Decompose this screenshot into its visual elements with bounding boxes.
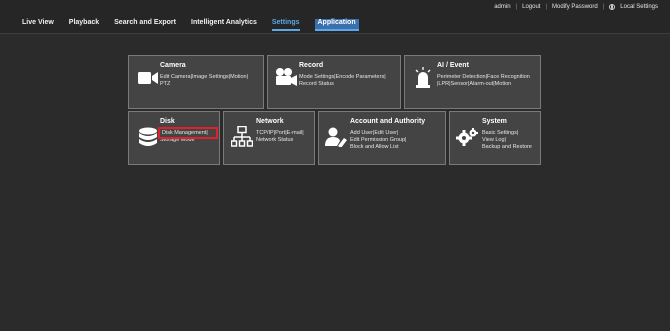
main-nav: Live View Playback Search and Export Int… — [22, 19, 374, 31]
camera-title: Camera — [160, 62, 186, 69]
account-authority-card[interactable]: Account and Authority Add User|Edit User… — [318, 111, 446, 165]
camera-card[interactable]: Camera Edit Camera|Image Settings|Motion… — [128, 55, 264, 109]
user-edit-icon — [325, 127, 347, 147]
alarm-light-icon — [415, 67, 431, 88]
modify-password-link[interactable]: Modify Password — [552, 4, 598, 10]
user-bar: admin | Logout | Modify Password | Local… — [494, 4, 658, 10]
system-card[interactable]: System Basic Settings| View Log| Backup … — [449, 111, 541, 165]
system-link-line3[interactable]: Backup and Restore — [482, 144, 532, 151]
record-card[interactable]: Record Mode Settings|Encode Parameters| … — [267, 55, 401, 109]
username: admin — [494, 4, 511, 10]
record-link-line2[interactable]: Record Status — [299, 81, 334, 88]
account-link-line3[interactable]: Block and Allow List — [350, 144, 399, 151]
tab-intelligent-analytics[interactable]: Intelligent Analytics — [191, 19, 257, 31]
tab-search-export[interactable]: Search and Export — [114, 19, 176, 31]
tab-application[interactable]: Application — [314, 19, 359, 31]
ai-event-link-line1[interactable]: Perimeter Detection|Face Recognition — [437, 74, 530, 81]
camera-link-line2[interactable]: PTZ — [160, 81, 170, 88]
tab-playback[interactable]: Playback — [69, 19, 99, 31]
local-settings-link[interactable]: Local Settings — [620, 4, 658, 10]
network-card[interactable]: Network TCP/IP|Port|E-mail| Network Stat… — [223, 111, 315, 165]
system-title: System — [482, 118, 507, 125]
logout-link[interactable]: Logout — [522, 4, 540, 10]
ai-event-link-line2[interactable]: |LPR|Sensor|Alarm-out|Motion — [437, 81, 511, 88]
network-topology-icon — [231, 126, 253, 147]
gears-icon — [456, 128, 478, 146]
record-title: Record — [299, 62, 324, 69]
account-link-line1[interactable]: Add User|Edit User| — [350, 130, 398, 137]
system-link-line1[interactable]: Basic Settings| — [482, 130, 518, 137]
record-camera-icon — [276, 68, 297, 86]
camera-link-line1[interactable]: Edit Camera|Image Settings|Motion| — [160, 74, 248, 81]
ai-event-card[interactable]: AI / Event Perimeter Detection|Face Reco… — [404, 55, 541, 109]
record-link-line1[interactable]: Mode Settings|Encode Parameters| — [299, 74, 386, 81]
account-link-line2[interactable]: Edit Permission Group| — [350, 137, 406, 144]
top-bar: admin | Logout | Modify Password | Local… — [0, 0, 670, 34]
network-title: Network — [256, 118, 284, 125]
system-link-line2[interactable]: View Log| — [482, 137, 506, 144]
account-authority-title: Account and Authority — [350, 118, 426, 125]
disk-stack-icon — [139, 127, 157, 146]
disk-title: Disk — [160, 118, 175, 125]
video-camera-icon — [138, 72, 158, 84]
tab-settings[interactable]: Settings — [271, 19, 300, 31]
globe-icon — [609, 4, 616, 10]
ai-event-title: AI / Event — [437, 62, 469, 69]
disk-management-highlight — [158, 127, 218, 139]
network-link-line2[interactable]: Network Status — [256, 137, 293, 144]
disk-card[interactable]: Disk Disk Management| Storage Mode — [128, 111, 220, 165]
tab-live-view[interactable]: Live View — [22, 19, 54, 31]
network-link-line1[interactable]: TCP/IP|Port|E-mail| — [256, 130, 304, 137]
